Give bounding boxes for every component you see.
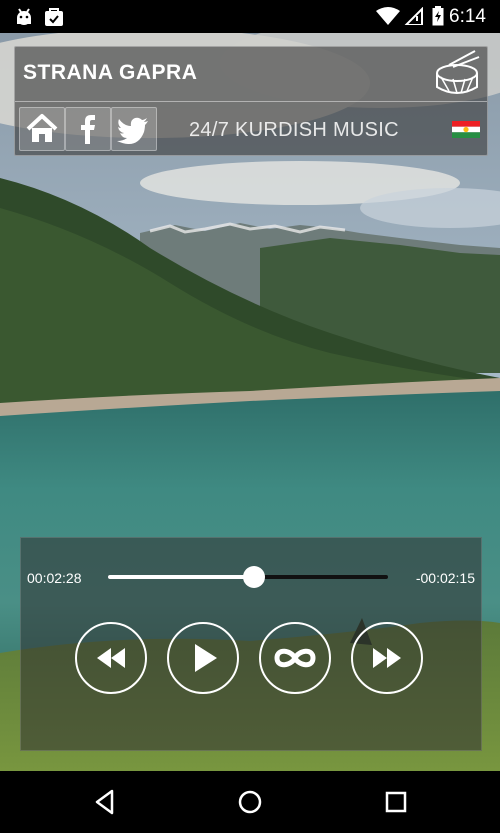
play-icon: [195, 644, 217, 672]
home-nav-icon[interactable]: [237, 787, 263, 817]
twitter-icon: [117, 117, 148, 144]
drum-logo-icon[interactable]: [429, 47, 485, 101]
home-button[interactable]: [19, 107, 65, 151]
rewind-button[interactable]: [75, 622, 147, 694]
elapsed-time: 00:02:28: [27, 570, 82, 586]
seek-bar[interactable]: [108, 566, 388, 588]
seek-bar-fill: [108, 575, 254, 579]
header-divider: [15, 101, 487, 102]
app-title: STRANA GAPRA: [23, 61, 198, 84]
facebook-button[interactable]: [65, 107, 111, 151]
rewind-icon: [97, 648, 125, 668]
twitter-button[interactable]: [111, 107, 157, 151]
fast-forward-icon: [373, 648, 401, 668]
back-nav-icon[interactable]: [92, 787, 118, 817]
status-bar: 6:14: [0, 0, 500, 33]
home-icon: [26, 114, 58, 142]
loop-button[interactable]: [259, 622, 331, 694]
no-signal-icon: [404, 7, 423, 25]
play-button[interactable]: [167, 622, 239, 694]
player-panel: 00:02:28 -00:02:15: [20, 537, 482, 751]
kurdistan-flag-icon: [452, 121, 480, 138]
store-notification-icon: [45, 8, 63, 26]
remaining-time: -00:02:15: [415, 570, 475, 586]
navigation-bar: [0, 771, 500, 833]
facebook-icon: [81, 115, 95, 144]
android-debug-icon: [17, 8, 31, 25]
seek-thumb[interactable]: [242, 566, 265, 588]
status-time: 6:14: [449, 6, 486, 27]
tagline: 24/7 KURDISH MUSIC: [189, 119, 399, 141]
infinity-icon: [274, 648, 316, 668]
battery-icon: [432, 6, 444, 26]
wifi-icon: [376, 7, 400, 25]
header-panel: STRANA GAPRA 24/7 KURDISH MUSIC: [14, 46, 488, 156]
recents-nav-icon[interactable]: [383, 787, 409, 817]
fast-forward-button[interactable]: [351, 622, 423, 694]
